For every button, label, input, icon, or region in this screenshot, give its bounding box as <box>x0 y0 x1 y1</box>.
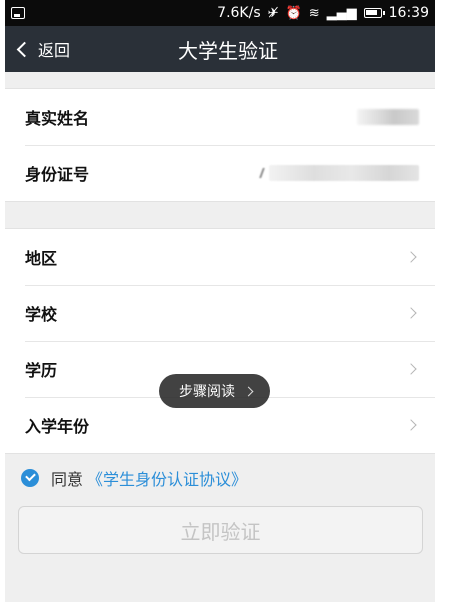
status-bar-right: 7.6K/s ✈̸ ⏰ ≋ ▂▄▆ 16:39 <box>217 5 429 21</box>
chevron-left-icon <box>16 41 33 58</box>
id-number-field[interactable]: 身份证号 <box>5 145 435 201</box>
mute-icon: ✈̸ <box>267 5 279 21</box>
school-label: 学校 <box>25 305 58 324</box>
redacted-name <box>357 109 419 125</box>
chevron-right-icon <box>405 307 417 319</box>
agreement-row: 同意 《学生身份认证协议》 <box>5 458 435 498</box>
toast-text: 步骤阅读 <box>179 384 235 400</box>
battery-icon <box>363 8 385 18</box>
region-label: 地区 <box>25 249 58 268</box>
enrollment-year-label: 入学年份 <box>25 417 90 436</box>
id-number-value[interactable] <box>269 165 419 181</box>
wifi-icon: ≋ <box>308 5 320 21</box>
checkbox-checked-icon[interactable] <box>21 469 39 487</box>
school-group: 地区 学校 学历 入学年份 <box>5 228 435 454</box>
redacted-id-number <box>269 165 419 181</box>
alarm-icon: ⏰ <box>285 5 302 21</box>
real-name-field[interactable]: 真实姓名 <box>5 89 435 145</box>
region-row[interactable]: 地区 <box>5 229 435 285</box>
app-screen: 7.6K/s ✈̸ ⏰ ≋ ▂▄▆ 16:39 返回 大学生验证 真实姓名 身份… <box>5 0 435 602</box>
status-bar: 7.6K/s ✈̸ ⏰ ≋ ▂▄▆ 16:39 <box>5 0 435 26</box>
clock: 16:39 <box>388 5 429 21</box>
id-number-label: 身份证号 <box>25 165 90 184</box>
agreement-link[interactable]: 《学生身份认证协议》 <box>87 466 247 490</box>
chevron-right-icon <box>405 363 417 375</box>
step-reading-toast[interactable]: 步骤阅读 <box>159 374 270 408</box>
verify-now-button[interactable]: 立即验证 <box>18 506 423 554</box>
signal-icon: ▂▄▆ <box>326 5 357 21</box>
chevron-right-icon <box>243 386 254 396</box>
screenshot-icon <box>11 7 25 19</box>
real-name-label: 真实姓名 <box>25 109 90 128</box>
identity-group: 真实姓名 身份证号 <box>5 88 435 202</box>
chevron-right-icon <box>405 419 417 431</box>
school-row[interactable]: 学校 <box>5 285 435 341</box>
chevron-right-icon <box>405 251 417 263</box>
real-name-value[interactable] <box>357 109 419 125</box>
network-speed: 7.6K/s <box>217 5 261 21</box>
back-button[interactable]: 返回 <box>5 37 70 61</box>
education-label: 学历 <box>25 361 58 380</box>
back-label: 返回 <box>38 41 71 60</box>
agree-prefix: 同意 <box>51 470 84 489</box>
nav-bar: 返回 大学生验证 <box>5 26 435 72</box>
